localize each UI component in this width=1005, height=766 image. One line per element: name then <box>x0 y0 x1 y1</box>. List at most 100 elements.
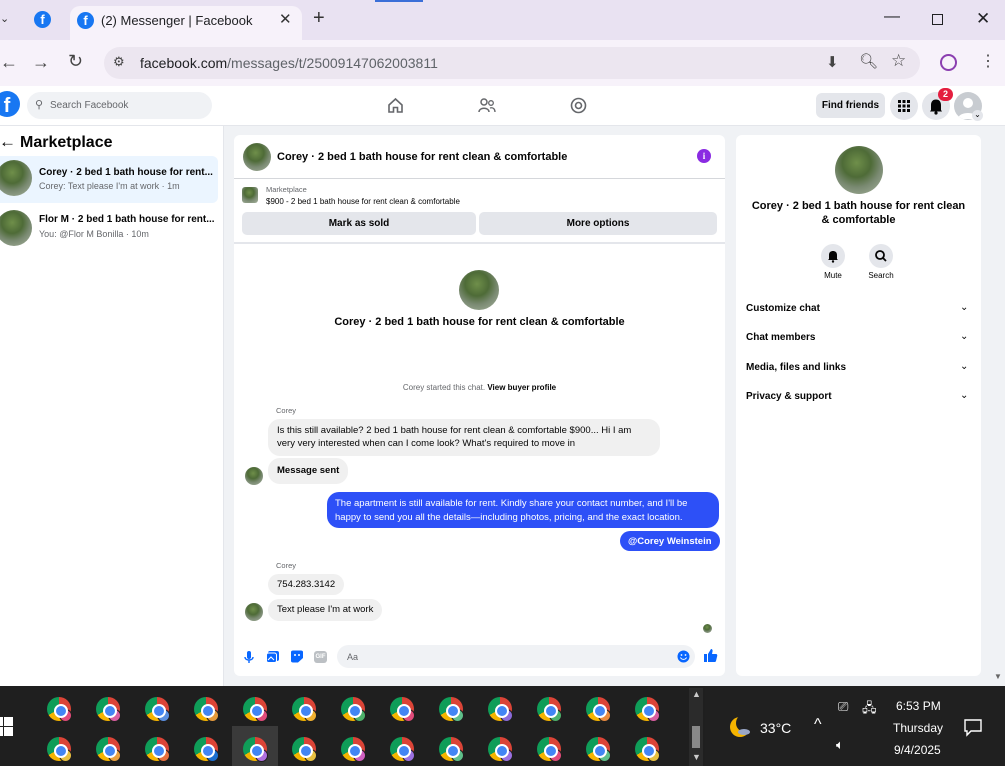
details-avatar[interactable] <box>835 146 883 194</box>
conversation-item-corey[interactable] <box>0 156 218 203</box>
info-icon[interactable]: i <box>697 149 711 163</box>
incoming-message[interactable]: Text please I'm at work <box>268 599 383 621</box>
back-icon[interactable]: ← <box>0 52 18 73</box>
clock-day[interactable]: Thursday <box>893 721 943 735</box>
scroll-down-arrow-icon[interactable]: ▼ <box>994 672 1002 681</box>
like-icon[interactable] <box>703 648 718 663</box>
view-buyer-profile-link[interactable]: View buyer profile <box>487 383 556 392</box>
outgoing-message[interactable]: The apartment is still available for ren… <box>327 492 719 528</box>
mute-button[interactable] <box>821 244 845 268</box>
outgoing-mention-message[interactable]: @Corey Weinstein <box>620 531 720 551</box>
search-chat-button[interactable] <box>869 244 893 268</box>
profile-badge-icon <box>255 749 268 762</box>
chrome-taskbar-icon[interactable] <box>586 697 611 722</box>
chrome-taskbar-icon[interactable] <box>194 737 219 762</box>
meet-icon[interactable]: ⎚ <box>838 699 848 715</box>
chrome-taskbar-icon[interactable] <box>488 697 513 722</box>
volume-icon[interactable]: 🔈︎ <box>836 737 844 753</box>
chrome-taskbar-icon[interactable] <box>96 697 121 722</box>
home-icon[interactable] <box>387 97 404 114</box>
conversation-preview: You: @Flor M Bonilla · 10m <box>39 229 149 239</box>
friends-icon[interactable] <box>478 97 496 114</box>
chat-header-avatar[interactable] <box>243 143 271 171</box>
chrome-taskbar-icon[interactable] <box>145 737 170 762</box>
sticker-icon[interactable] <box>290 650 304 663</box>
chrome-taskbar-icon[interactable] <box>341 697 366 722</box>
photo-icon[interactable] <box>266 650 280 663</box>
new-tab-icon[interactable]: + <box>313 7 325 30</box>
install-app-icon[interactable]: ⬇ <box>826 53 839 71</box>
scroll-thumb[interactable] <box>692 726 700 748</box>
conversation-item-flor[interactable] <box>0 204 218 251</box>
temperature[interactable]: 33°C <box>760 720 791 736</box>
chevron-down-icon: ⌄ <box>960 390 969 401</box>
profile-icon[interactable] <box>940 54 957 71</box>
profile-name: Corey · 2 bed 1 bath house for rent clea… <box>334 316 625 328</box>
chrome-taskbar-icon[interactable] <box>439 737 464 762</box>
chrome-taskbar-icon[interactable] <box>537 737 562 762</box>
more-options-button[interactable]: More options <box>479 212 717 235</box>
incoming-message[interactable]: Message sent <box>268 458 349 484</box>
divider <box>234 242 725 244</box>
profile-badge-icon <box>255 709 268 722</box>
chrome-taskbar-icon[interactable] <box>341 737 366 762</box>
incoming-message[interactable]: Is this still available? 2 bed 1 bath ho… <box>268 419 660 456</box>
message-input[interactable] <box>337 645 695 668</box>
forward-icon[interactable]: → <box>32 52 50 73</box>
chrome-taskbar-icon[interactable] <box>537 697 562 722</box>
profile-badge-icon <box>353 749 366 762</box>
clock-date[interactable]: 9/4/2025 <box>894 743 941 757</box>
site-info-icon[interactable]: ⚙ <box>113 54 125 70</box>
emoji-icon[interactable] <box>677 650 690 663</box>
tray-chevron-up-icon[interactable]: ^ <box>814 716 822 734</box>
windows-start-icon[interactable] <box>0 717 14 737</box>
window-close-icon[interactable]: ✕ <box>976 9 990 29</box>
chat-header-title[interactable]: Corey · 2 bed 1 bath house for rent clea… <box>277 151 567 163</box>
reload-icon[interactable]: ↻ <box>68 51 83 72</box>
chrome-taskbar-icon[interactable] <box>96 737 121 762</box>
weather-moon-icon[interactable] <box>727 714 753 740</box>
chrome-taskbar-icon[interactable] <box>635 697 660 722</box>
account-chevron-icon[interactable]: ⌄ <box>972 110 983 121</box>
menu-grid-button[interactable] <box>890 92 918 120</box>
gif-icon[interactable]: GIF <box>314 651 327 663</box>
chrome-taskbar-icon[interactable] <box>47 697 72 722</box>
chrome-taskbar-icon[interactable] <box>488 737 513 762</box>
chevron-down-icon: ⌄ <box>960 361 969 372</box>
chrome-taskbar-icon[interactable] <box>390 697 415 722</box>
find-friends-button[interactable]: Find friends <box>816 93 885 118</box>
chrome-taskbar-icon[interactable] <box>439 697 464 722</box>
sender-name: Corey <box>276 561 297 570</box>
incoming-message[interactable]: 754.283.3142 <box>268 574 345 595</box>
chrome-taskbar-icon[interactable] <box>390 737 415 762</box>
network-icon[interactable]: 🖧 <box>862 699 877 721</box>
scroll-up-icon[interactable]: ▲ <box>692 689 701 699</box>
mark-as-sold-button[interactable]: Mark as sold <box>242 212 476 235</box>
scroll-down-icon[interactable]: ▼ <box>692 752 701 762</box>
chrome-taskbar-icon[interactable] <box>145 697 170 722</box>
chrome-taskbar-icon[interactable] <box>47 737 72 762</box>
back-arrow-icon[interactable]: ← <box>0 132 16 152</box>
close-tab-icon[interactable]: ✕ <box>279 10 292 28</box>
minimize-icon[interactable]: — <box>884 8 900 26</box>
restore-icon[interactable] <box>932 14 943 25</box>
facebook-tab-favicon-icon[interactable]: f <box>34 11 51 28</box>
zoom-icon[interactable]: 🔍︎ <box>859 52 878 70</box>
clock-time[interactable]: 6:53 PM <box>896 699 941 713</box>
tab-list-chevron-icon[interactable]: ⌄ <box>0 12 9 25</box>
chrome-taskbar-icon[interactable] <box>292 737 317 762</box>
bookmark-star-icon[interactable]: ☆ <box>891 51 906 71</box>
menu-kebab-icon[interactable]: ⋮ <box>980 51 996 71</box>
chat-start-notice: Corey started this chat. View buyer prof… <box>402 383 557 392</box>
chrome-taskbar-icon[interactable] <box>194 697 219 722</box>
microphone-icon[interactable] <box>243 650 255 664</box>
chrome-taskbar-icon[interactable] <box>586 737 611 762</box>
gaming-icon[interactable] <box>570 97 587 114</box>
notification-center-icon[interactable] <box>963 717 983 737</box>
chrome-taskbar-icon[interactable] <box>292 697 317 722</box>
chrome-taskbar-icon[interactable] <box>243 737 268 762</box>
conversation-title: Flor M · 2 bed 1 bath house for rent... <box>39 214 215 225</box>
chrome-taskbar-icon[interactable] <box>635 737 660 762</box>
chrome-taskbar-icon[interactable] <box>243 697 268 722</box>
details-name: Corey · 2 bed 1 bath house for rent clea… <box>751 200 966 226</box>
